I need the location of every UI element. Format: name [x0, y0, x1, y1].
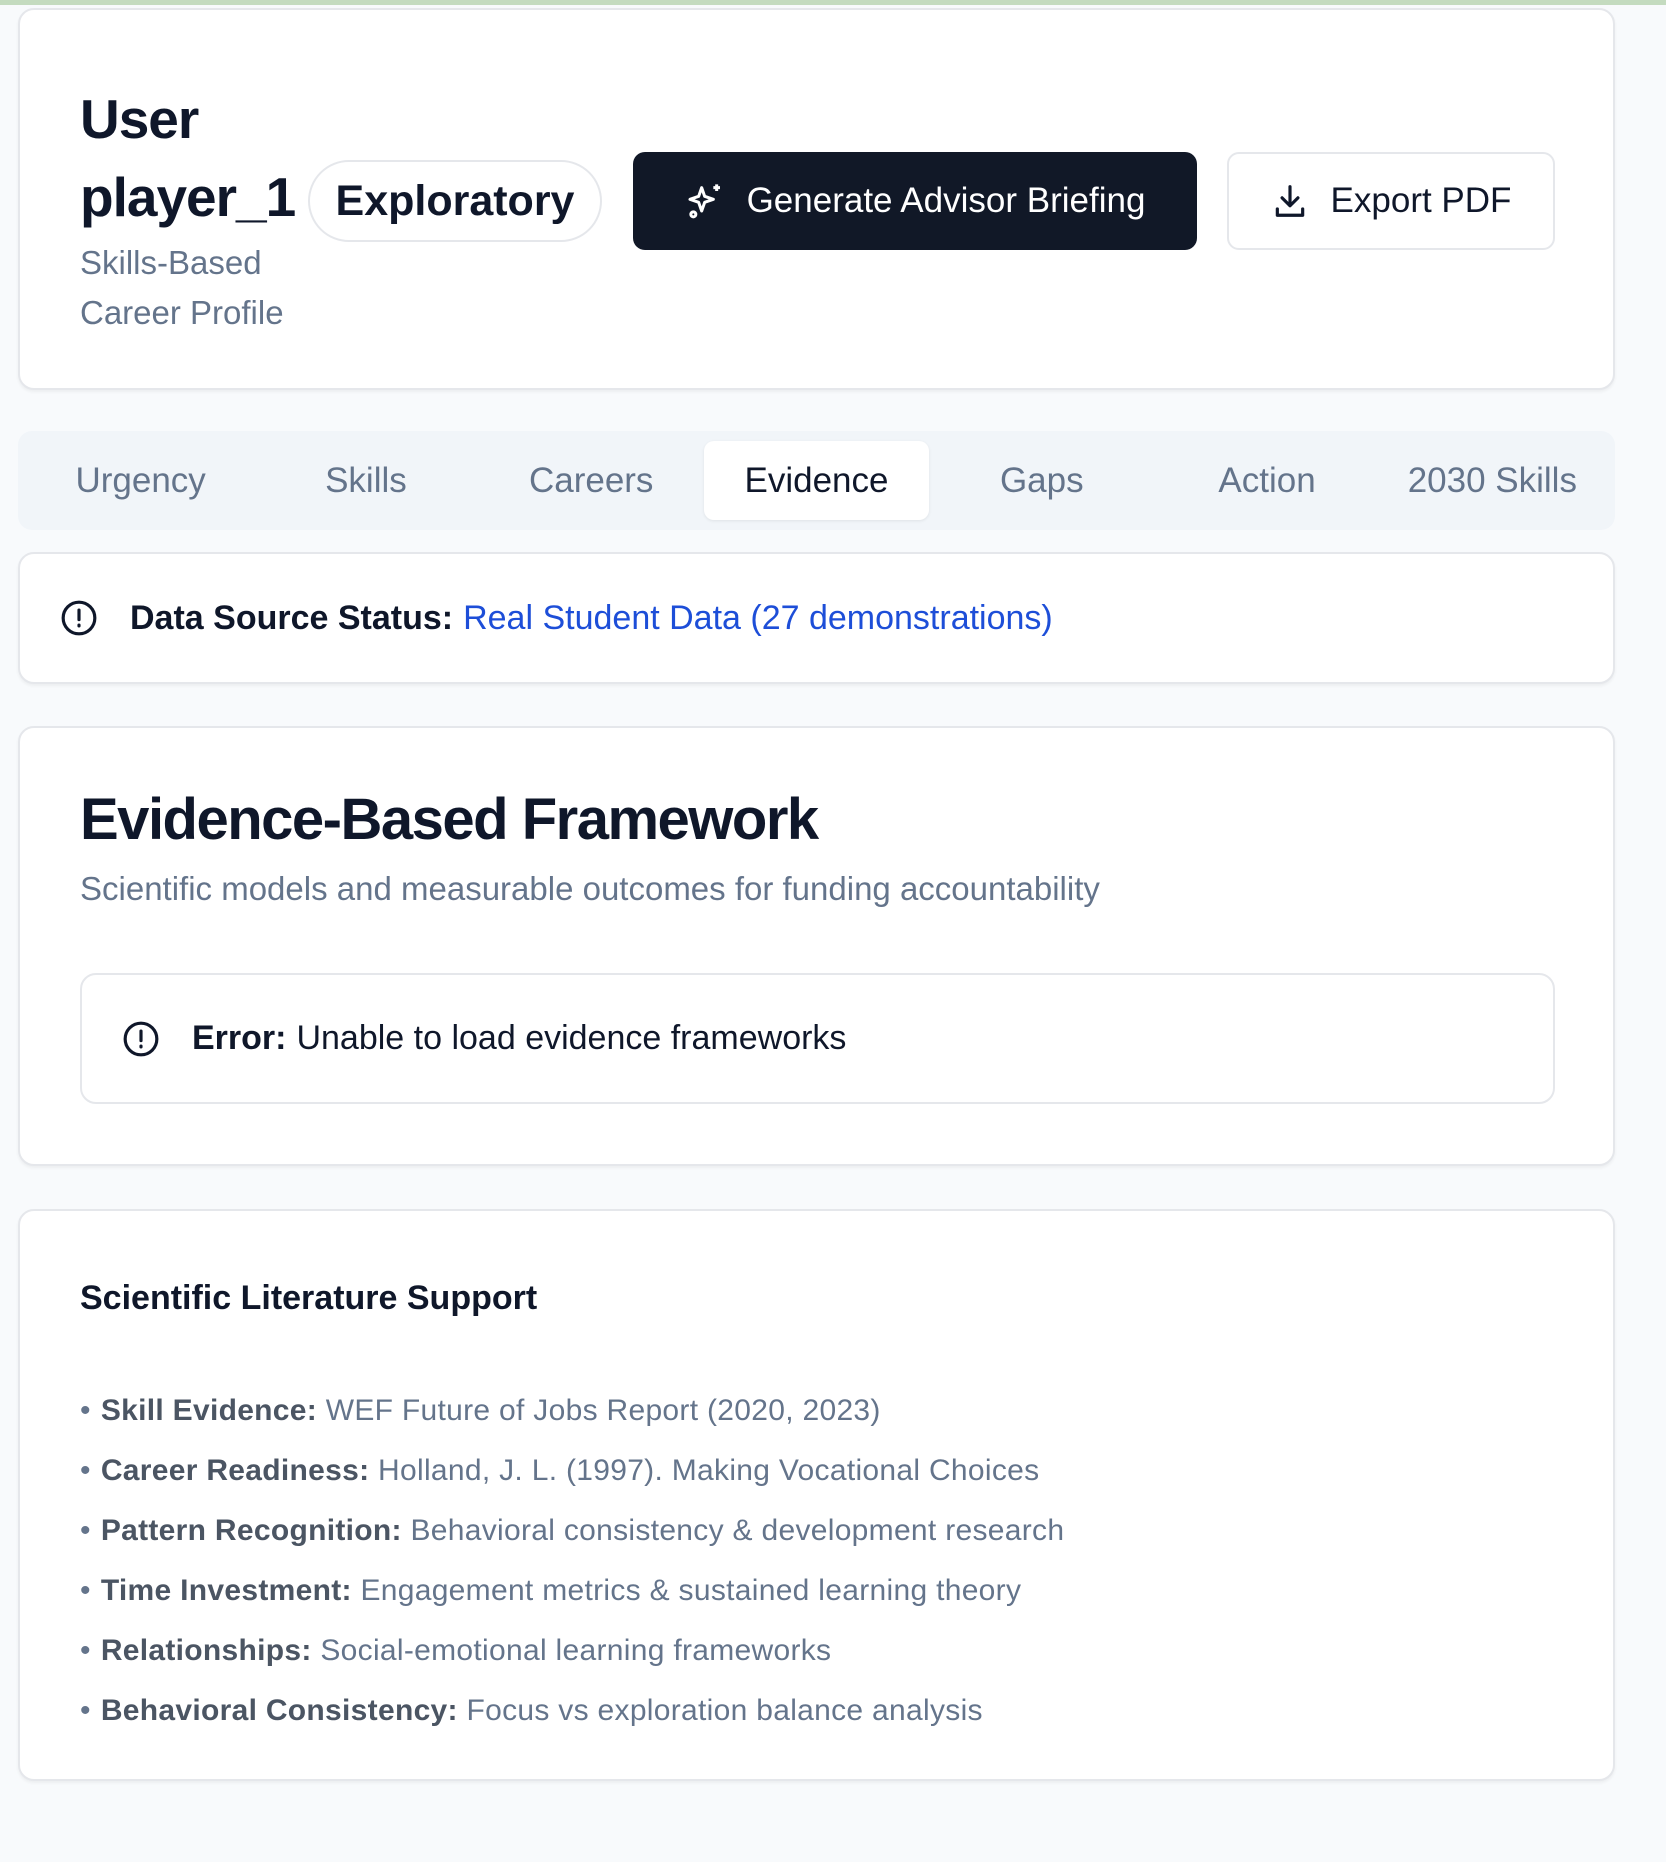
- tab-evidence[interactable]: Evidence: [703, 441, 930, 520]
- list-item: • Pattern Recognition: Behavioral consist…: [80, 1514, 1065, 1547]
- list-item: • Time Investment: Engagement metrics & s…: [80, 1574, 1022, 1607]
- list-item: • Behavioral Consistency: Focus vs explor…: [80, 1694, 983, 1727]
- tab-action[interactable]: Action: [1154, 441, 1379, 520]
- error-label: Error:: [192, 1019, 287, 1057]
- tab-careers[interactable]: Careers: [479, 441, 704, 520]
- list-item: • Career Readiness: Holland, J. L. (1997)…: [80, 1454, 1040, 1487]
- tab-2030-skills[interactable]: 2030 Skills: [1380, 441, 1605, 520]
- page-subtitle: Skills-Based Career Profile: [80, 244, 284, 331]
- tab-urgency[interactable]: Urgency: [28, 441, 253, 520]
- alert-circle-icon: [61, 600, 97, 636]
- profile-header-card: User player_1 Skills-Based Career Profil…: [18, 8, 1615, 390]
- page-title: User player_1: [80, 88, 296, 228]
- evidence-framework-card: Evidence-Based Framework Scientific mode…: [18, 726, 1615, 1166]
- profile-type-badge: Exploratory: [308, 160, 602, 242]
- export-label: Export PDF: [1330, 181, 1512, 220]
- list-item: • Relationships: Social-emotional learnin…: [80, 1634, 832, 1667]
- export-pdf-button[interactable]: Export PDF: [1227, 152, 1555, 250]
- section-title: Evidence-Based Framework: [80, 787, 819, 852]
- status-value: Real Student Data (27 demonstrations): [463, 598, 1053, 637]
- list-item: • Skill Evidence: WEF Future of Jobs Repo…: [80, 1394, 881, 1427]
- top-accent-line: [0, 0, 1666, 5]
- error-alert: Error: Unable to load evidence framework…: [80, 973, 1555, 1104]
- generate-label: Generate Advisor Briefing: [746, 181, 1146, 220]
- tab-skills[interactable]: Skills: [253, 441, 478, 520]
- data-source-status-card: Data Source Status: Real Student Data (2…: [18, 552, 1615, 684]
- error-message: Unable to load evidence frameworks: [296, 1019, 847, 1057]
- tab-gaps[interactable]: Gaps: [929, 441, 1154, 520]
- tab-bar: Urgency Skills Careers Evidence Gaps Act…: [18, 431, 1615, 530]
- download-icon: [1275, 185, 1304, 217]
- section-subtitle: Scientific models and measurable outcome…: [80, 870, 1100, 907]
- literature-list: • Skill Evidence: WEF Future of Jobs Repo…: [80, 1381, 1064, 1741]
- literature-support-card: Scientific Literature Support • Skill Evi…: [18, 1209, 1615, 1781]
- generate-advisor-briefing-button[interactable]: Generate Advisor Briefing: [633, 152, 1197, 250]
- sparkles-icon: [688, 184, 720, 219]
- literature-title: Scientific Literature Support: [80, 1279, 538, 1317]
- alert-circle-icon: [123, 1021, 159, 1056]
- status-label: Data Source Status:: [130, 598, 454, 637]
